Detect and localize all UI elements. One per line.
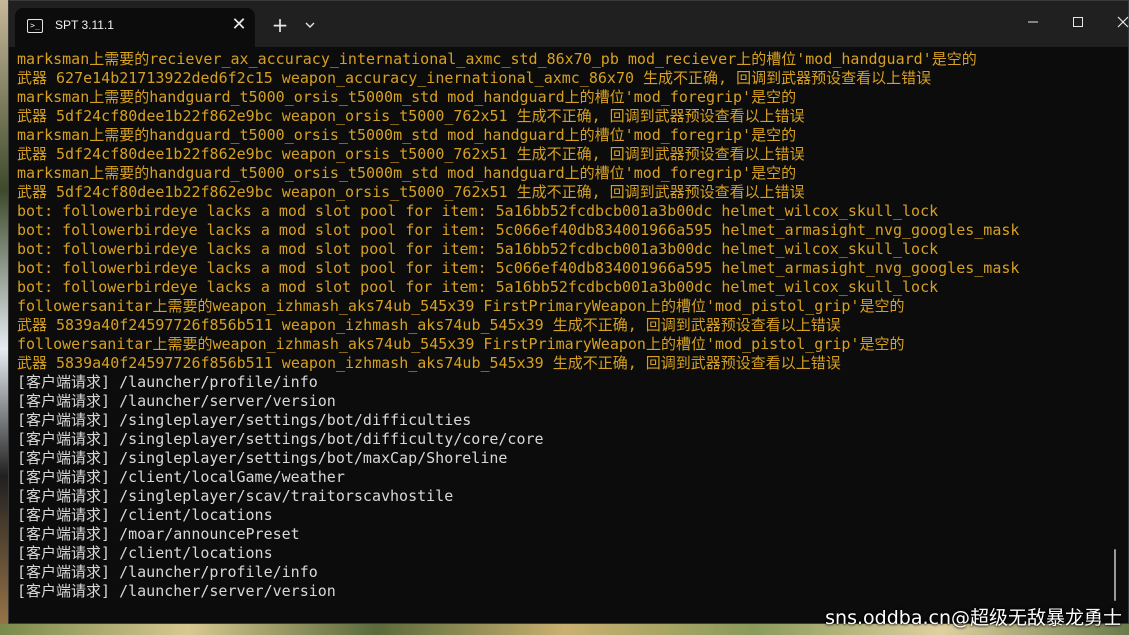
terminal-window: >_ SPT 3.11.1 ✕ + marksman上需要的reciever_a… — [8, 0, 1129, 624]
console-line-warning: bot: followerbirdeye lacks a mod slot po… — [17, 202, 939, 220]
console-line-request: [客户端请求] /singleplayer/scav/traitorscavho… — [17, 487, 454, 505]
console-line-request: [客户端请求] /launcher/server/version — [17, 392, 336, 410]
watermark: sns.oddba.cn@超级无敌暴龙勇士 — [825, 607, 1122, 629]
tab-title: SPT 3.11.1 — [55, 18, 114, 32]
console-line-warning: 武器 5839a40f24597726f856b511 weapon_izhma… — [17, 316, 841, 334]
console-line-warning: bot: followerbirdeye lacks a mod slot po… — [17, 278, 939, 296]
console-output[interactable]: marksman上需要的reciever_ax_accuracy_interna… — [17, 50, 1113, 618]
tab-dropdown-button[interactable] — [301, 15, 319, 35]
console-line-warning: 武器 627e14b21713922ded6f2c15 weapon_accur… — [17, 69, 932, 87]
terminal-icon: >_ — [27, 19, 43, 33]
console-line-request: [客户端请求] /singleplayer/settings/bot/diffi… — [17, 411, 472, 429]
console-line-warning: bot: followerbirdeye lacks a mod slot po… — [17, 259, 1020, 277]
console-line-request: [客户端请求] /launcher/profile/info — [17, 373, 318, 391]
console-line-request: [客户端请求] /client/locations — [17, 506, 273, 524]
title-bar[interactable]: >_ SPT 3.11.1 ✕ + — [9, 1, 1129, 47]
console-line-warning: bot: followerbirdeye lacks a mod slot po… — [17, 221, 1020, 239]
console-line-warning: 武器 5df24cf80dee1b22f862e9bc weapon_orsis… — [17, 107, 805, 125]
minimize-icon — [1028, 21, 1038, 23]
close-icon — [1117, 16, 1129, 28]
scrollbar[interactable] — [1114, 549, 1116, 601]
tab-spt[interactable]: >_ SPT 3.11.1 ✕ — [15, 8, 255, 47]
console-line-warning: followersanitar上需要的weapon_izhmash_aks74u… — [17, 297, 905, 315]
maximize-icon — [1073, 17, 1083, 27]
console-line-warning: marksman上需要的handguard_t5000_orsis_t5000m… — [17, 126, 797, 144]
console-line-request: [客户端请求] /client/localGame/weather — [17, 468, 345, 486]
console-line-warning: 武器 5839a40f24597726f856b511 weapon_izhma… — [17, 354, 841, 372]
console-line-warning: bot: followerbirdeye lacks a mod slot po… — [17, 240, 939, 258]
desktop-background-left — [0, 0, 8, 635]
console-line-warning: 武器 5df24cf80dee1b22f862e9bc weapon_orsis… — [17, 145, 805, 163]
console-line-warning: 武器 5df24cf80dee1b22f862e9bc weapon_orsis… — [17, 183, 805, 201]
console-line-request: [客户端请求] /launcher/profile/info — [17, 563, 318, 581]
tab-close-button[interactable]: ✕ — [229, 15, 249, 35]
new-tab-button[interactable]: + — [269, 14, 291, 36]
close-window-button[interactable] — [1103, 9, 1129, 35]
minimize-button[interactable] — [1013, 9, 1053, 35]
console-line-warning: followersanitar上需要的weapon_izhmash_aks74u… — [17, 335, 905, 353]
console-line-warning: marksman上需要的reciever_ax_accuracy_interna… — [17, 50, 977, 68]
console-line-request: [客户端请求] /client/locations — [17, 544, 273, 562]
maximize-button[interactable] — [1058, 9, 1098, 35]
console-line-request: [客户端请求] /singleplayer/settings/bot/maxCa… — [17, 449, 508, 467]
console-line-request: [客户端请求] /moar/announcePreset — [17, 525, 300, 543]
chevron-down-icon — [305, 22, 315, 28]
console-line-request: [客户端请求] /launcher/server/version — [17, 582, 336, 600]
console-line-warning: marksman上需要的handguard_t5000_orsis_t5000m… — [17, 88, 797, 106]
console-line-request: [客户端请求] /singleplayer/settings/bot/diffi… — [17, 430, 544, 448]
console-line-warning: marksman上需要的handguard_t5000_orsis_t5000m… — [17, 164, 797, 182]
